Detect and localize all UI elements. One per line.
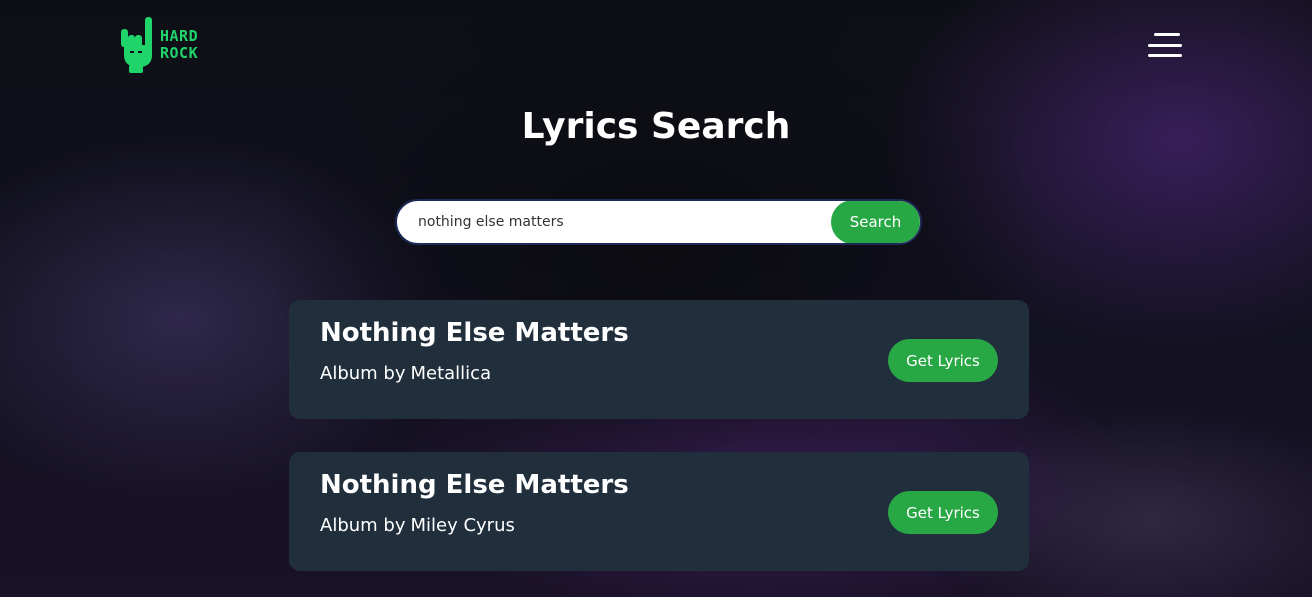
- hamburger-menu-icon[interactable]: [1146, 30, 1184, 60]
- results-list: Nothing Else Matters Album by Metallica G…: [289, 300, 1029, 597]
- rock-hand-icon: [118, 15, 156, 75]
- get-lyrics-button[interactable]: Get Lyrics: [888, 491, 998, 534]
- brand-wordmark: HARD ROCK: [160, 27, 199, 62]
- search-button[interactable]: Search: [831, 201, 920, 243]
- search-bar: Search: [395, 199, 922, 245]
- song-title: Nothing Else Matters: [320, 318, 629, 348]
- brand-logo[interactable]: HARD ROCK: [118, 14, 210, 76]
- song-title: Nothing Else Matters: [320, 470, 629, 500]
- search-input[interactable]: [397, 201, 831, 243]
- navbar: HARD ROCK: [0, 0, 1312, 90]
- song-artist: Album by Metallica: [320, 363, 492, 384]
- song-artist: Album by Miley Cyrus: [320, 515, 515, 536]
- result-card: Nothing Else Matters Album by Miley Cyrus…: [289, 452, 1029, 571]
- page-title: Lyrics Search: [521, 106, 791, 147]
- result-card: Nothing Else Matters Album by Metallica G…: [289, 300, 1029, 419]
- get-lyrics-button[interactable]: Get Lyrics: [888, 339, 998, 382]
